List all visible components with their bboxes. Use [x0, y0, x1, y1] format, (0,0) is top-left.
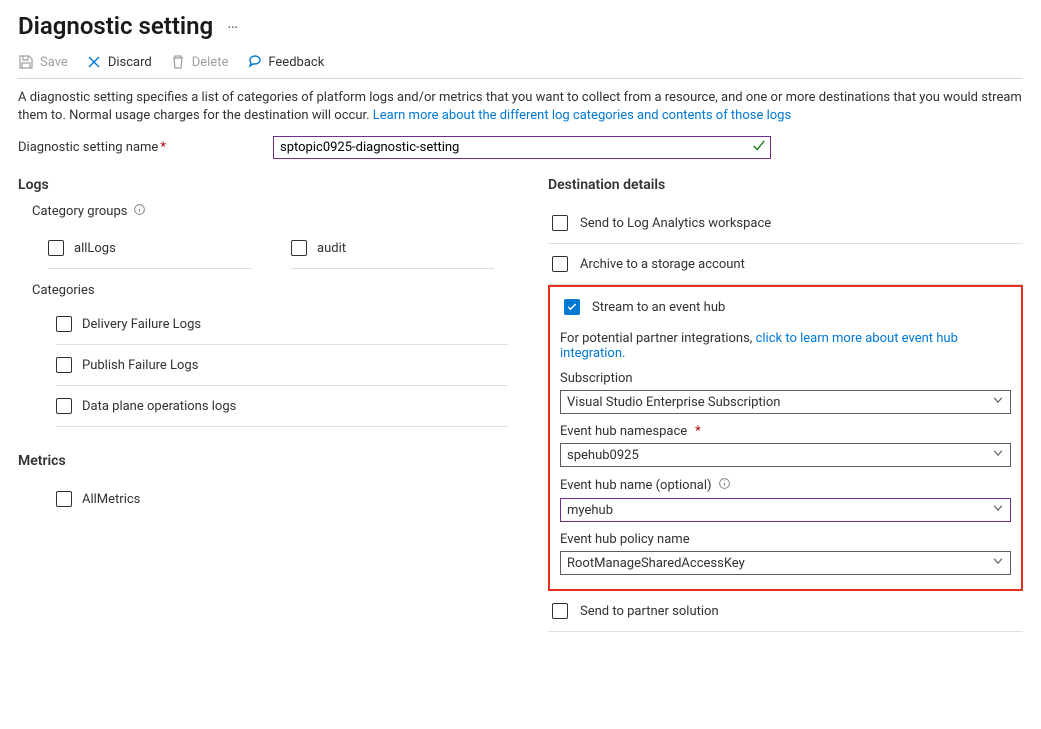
send-partner-label: Send to partner solution — [580, 604, 719, 619]
subscription-label: Subscription — [560, 371, 1011, 386]
send-log-analytics-checkbox[interactable] — [552, 215, 568, 231]
learn-more-link[interactable]: Learn more about the different log categ… — [373, 108, 791, 123]
cat-label: Data plane operations logs — [82, 399, 236, 414]
allmetrics-label: AllMetrics — [82, 492, 140, 507]
stream-event-hub-label: Stream to an event hub — [592, 300, 725, 315]
feedback-button[interactable]: Feedback — [246, 54, 324, 70]
cat-label: Delivery Failure Logs — [82, 317, 201, 332]
chevron-down-icon — [992, 555, 1004, 571]
event-hub-namespace-select[interactable]: spehub0925 — [560, 443, 1011, 467]
audit-label: audit — [317, 241, 346, 256]
event-hub-name-label: Event hub name (optional) — [560, 477, 1011, 494]
audit-checkbox[interactable] — [291, 240, 307, 256]
cat-publish-failure-checkbox[interactable] — [56, 357, 72, 373]
chevron-down-icon — [992, 447, 1004, 463]
archive-storage-checkbox[interactable] — [552, 256, 568, 272]
setting-name-input[interactable] — [274, 137, 770, 158]
chevron-down-icon — [992, 394, 1004, 410]
category-groups-label: Category groups — [32, 203, 508, 220]
delete-icon — [170, 54, 186, 70]
event-hub-policy-label: Event hub policy name — [560, 532, 1011, 547]
categories-label: Categories — [32, 283, 508, 298]
stream-event-hub-checkbox[interactable] — [564, 299, 580, 315]
save-button[interactable]: Save — [18, 54, 68, 70]
subscription-select[interactable]: Visual Studio Enterprise Subscription — [560, 390, 1011, 414]
valid-icon — [752, 139, 766, 157]
setting-name-label: Diagnostic setting name* — [18, 140, 273, 155]
destination-heading: Destination details — [548, 177, 1023, 193]
info-icon[interactable] — [718, 477, 731, 494]
discard-icon — [86, 54, 102, 70]
chevron-down-icon — [992, 502, 1004, 518]
delete-button[interactable]: Delete — [170, 54, 229, 70]
alllogs-checkbox[interactable] — [48, 240, 64, 256]
more-button[interactable]: … — [227, 15, 239, 37]
archive-storage-label: Archive to a storage account — [580, 257, 745, 272]
event-hub-policy-select[interactable]: RootManageSharedAccessKey — [560, 551, 1011, 575]
cat-label: Publish Failure Logs — [82, 358, 198, 373]
alllogs-label: allLogs — [74, 241, 116, 256]
page-title: Diagnostic setting — [18, 12, 213, 40]
stream-event-hub-section: Stream to an event hub For potential par… — [548, 285, 1023, 591]
metrics-heading: Metrics — [18, 453, 508, 469]
logs-heading: Logs — [18, 177, 508, 193]
discard-button[interactable]: Discard — [86, 54, 152, 70]
setting-name-field[interactable] — [273, 136, 771, 159]
save-icon — [18, 54, 34, 70]
allmetrics-checkbox[interactable] — [56, 491, 72, 507]
cat-data-plane-checkbox[interactable] — [56, 398, 72, 414]
info-icon[interactable] — [133, 203, 146, 220]
event-hub-namespace-label: Event hub namespace* — [560, 424, 1011, 439]
send-log-analytics-label: Send to Log Analytics workspace — [580, 216, 771, 231]
feedback-icon — [246, 54, 262, 70]
partner-note: For potential partner integrations, clic… — [560, 331, 1011, 361]
cat-delivery-failure-checkbox[interactable] — [56, 316, 72, 332]
send-partner-checkbox[interactable] — [552, 603, 568, 619]
event-hub-name-select[interactable]: myehub — [560, 498, 1011, 522]
command-bar: Save Discard Delete Feedback — [18, 54, 1023, 79]
description-text: A diagnostic setting specifies a list of… — [18, 89, 1023, 124]
